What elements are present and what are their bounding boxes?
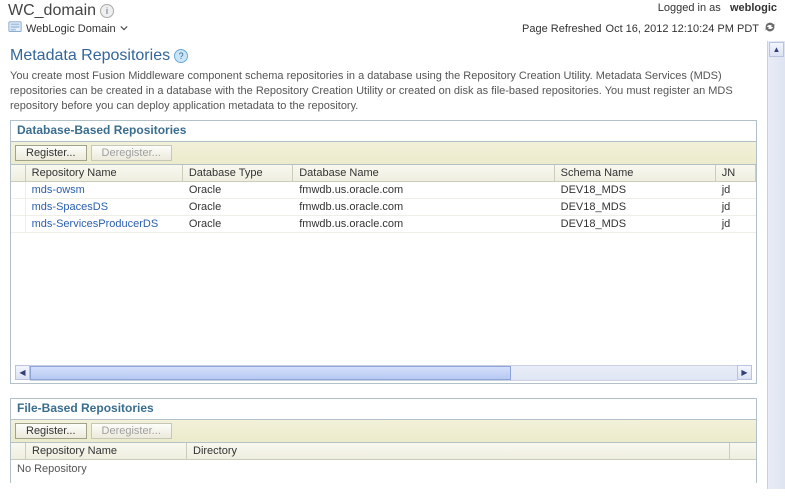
col-jn[interactable]: JN xyxy=(716,165,756,181)
scroll-track[interactable] xyxy=(30,365,737,381)
col-repository-name[interactable]: Repository Name xyxy=(26,165,183,181)
scroll-left-arrow[interactable]: ◀ xyxy=(15,365,30,380)
domain-title-text: WC_domain xyxy=(8,2,96,20)
chevron-down-icon xyxy=(120,23,128,35)
table-row[interactable]: mds-SpacesDS Oracle fmwdb.us.oracle.com … xyxy=(11,199,756,216)
row-handle-header xyxy=(11,443,26,459)
col-database-type[interactable]: Database Type xyxy=(183,165,293,181)
cell-dbtype: Oracle xyxy=(183,216,293,232)
refresh-time: Oct 16, 2012 12:10:24 PM PDT xyxy=(606,23,759,35)
page-domain-title: WC_domain i xyxy=(8,2,114,20)
row-handle-header xyxy=(11,165,26,181)
cell-dbname: fmwdb.us.oracle.com xyxy=(293,199,554,215)
file-deregister-button[interactable]: Deregister... xyxy=(91,423,172,439)
cell-dbname: fmwdb.us.oracle.com xyxy=(293,216,554,232)
breadcrumb-weblogic-domain[interactable]: WebLogic Domain xyxy=(8,20,128,37)
db-register-button[interactable]: Register... xyxy=(15,145,87,161)
db-repos-panel: Database-Based Repositories Register... … xyxy=(10,120,757,384)
vertical-scrollbar[interactable]: ▲ xyxy=(767,41,785,489)
cell-schema: DEV18_MDS xyxy=(555,182,716,198)
file-toolbar: Register... Deregister... xyxy=(11,420,756,443)
db-panel-header: Database-Based Repositories xyxy=(11,121,756,142)
scroll-thumb[interactable] xyxy=(30,366,511,380)
repo-link[interactable]: mds-ServicesProducerDS xyxy=(32,218,159,230)
col-schema-name[interactable]: Schema Name xyxy=(555,165,716,181)
info-icon[interactable]: i xyxy=(100,4,114,18)
db-table-body: mds-owsm Oracle fmwdb.us.oracle.com DEV1… xyxy=(11,182,756,233)
file-no-data: No Repository xyxy=(11,460,756,478)
refresh-label: Page Refreshed xyxy=(522,23,602,35)
cell-schema: DEV18_MDS xyxy=(555,199,716,215)
table-row[interactable]: mds-ServicesProducerDS Oracle fmwdb.us.o… xyxy=(11,216,756,233)
row-handle[interactable] xyxy=(11,182,26,198)
row-handle[interactable] xyxy=(11,216,26,232)
col-file-repository-name[interactable]: Repository Name xyxy=(26,443,187,459)
cell-dbtype: Oracle xyxy=(183,182,293,198)
col-directory[interactable]: Directory xyxy=(187,443,730,459)
logged-in-as-label: Logged in as xyxy=(658,2,721,14)
repo-link[interactable]: mds-owsm xyxy=(32,184,85,196)
horizontal-scrollbar[interactable]: ◀ ▶ xyxy=(15,365,752,381)
domain-icon xyxy=(8,20,22,37)
file-table-region: Repository Name Directory No Repository xyxy=(11,443,756,483)
cell-schema: DEV18_MDS xyxy=(555,216,716,232)
intro-text: You create most Fusion Middleware compon… xyxy=(10,69,757,114)
logged-in-user: weblogic xyxy=(730,2,777,14)
breadcrumb-label: WebLogic Domain xyxy=(26,23,116,35)
file-repos-panel: File-Based Repositories Register... Dere… xyxy=(10,398,757,483)
scroll-right-arrow[interactable]: ▶ xyxy=(737,365,752,380)
db-table-header: Repository Name Database Type Database N… xyxy=(11,165,756,182)
row-handle[interactable] xyxy=(11,199,26,215)
db-table-region: Repository Name Database Type Database N… xyxy=(11,165,756,383)
page-refreshed: Page Refreshed Oct 16, 2012 12:10:24 PM … xyxy=(522,20,777,37)
refresh-icon[interactable] xyxy=(763,20,777,37)
cell-jn: jd xyxy=(716,199,756,215)
file-panel-header: File-Based Repositories xyxy=(11,399,756,420)
help-icon[interactable]: ? xyxy=(174,49,188,63)
file-register-button[interactable]: Register... xyxy=(15,423,87,439)
db-deregister-button[interactable]: Deregister... xyxy=(91,145,172,161)
table-row[interactable]: mds-owsm Oracle fmwdb.us.oracle.com DEV1… xyxy=(11,182,756,199)
db-toolbar: Register... Deregister... xyxy=(11,142,756,165)
col-database-name[interactable]: Database Name xyxy=(293,165,554,181)
login-info: Logged in as weblogic xyxy=(658,2,777,14)
cell-jn: jd xyxy=(716,216,756,232)
section-title-text: Metadata Repositories xyxy=(10,47,170,65)
repo-link[interactable]: mds-SpacesDS xyxy=(32,201,108,213)
cell-dbname: fmwdb.us.oracle.com xyxy=(293,182,554,198)
cell-dbtype: Oracle xyxy=(183,199,293,215)
scroll-up-arrow[interactable]: ▲ xyxy=(769,42,784,57)
cell-jn: jd xyxy=(716,182,756,198)
section-title: Metadata Repositories ? xyxy=(10,47,757,65)
file-table-header: Repository Name Directory xyxy=(11,443,756,460)
